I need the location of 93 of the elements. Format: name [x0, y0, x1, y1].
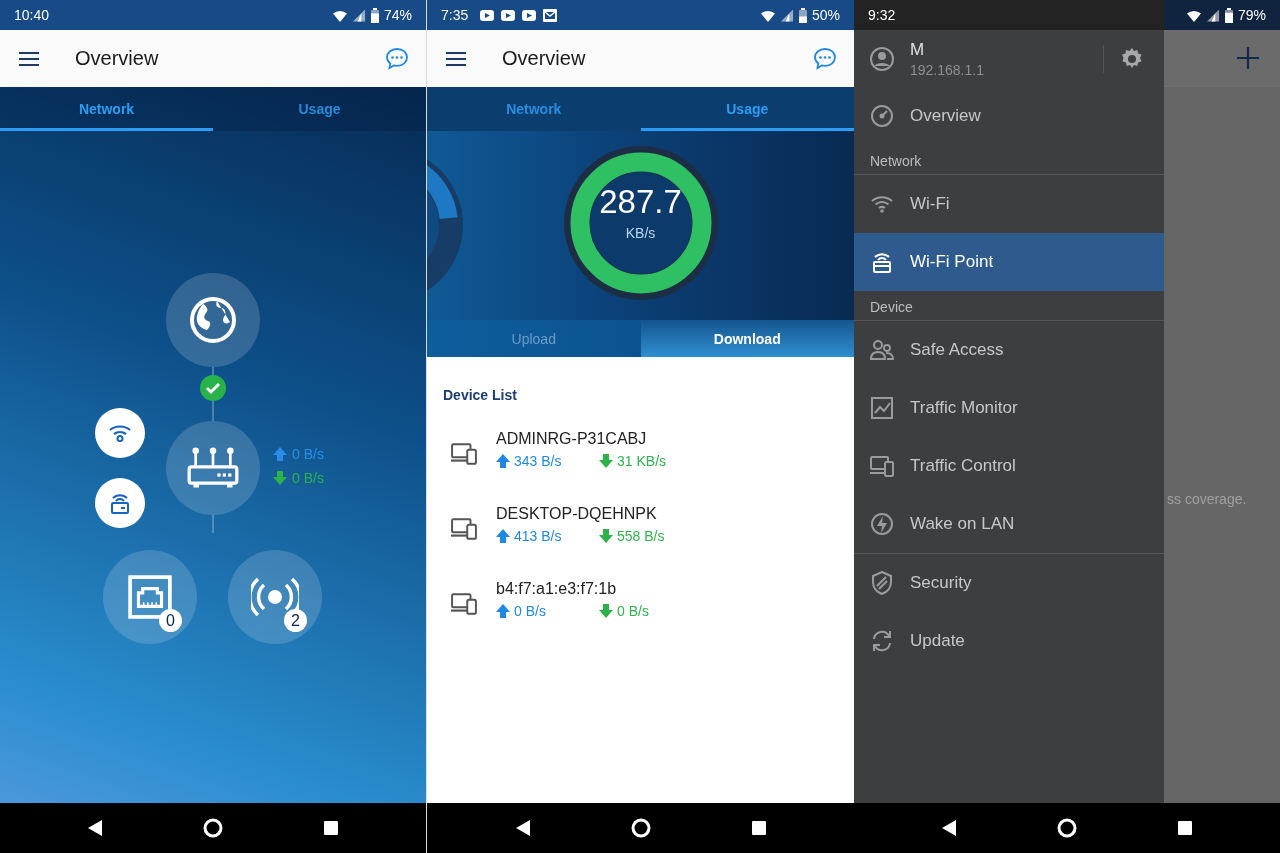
back-icon[interactable] — [87, 819, 103, 837]
bolt-icon — [870, 512, 894, 536]
wifi-signal-icon — [759, 8, 776, 22]
video-notification-icon — [521, 7, 538, 23]
menu-item[interactable]: Security — [854, 554, 1164, 612]
up-arrow-icon — [496, 454, 510, 468]
up-arrow-icon — [496, 529, 510, 543]
download-rate: 0 B/s — [599, 603, 702, 619]
upload-rate: 0 B/s — [496, 603, 599, 619]
cell-signal-icon — [779, 8, 794, 22]
cell-signal-icon — [1205, 8, 1220, 22]
menu-item[interactable]: Safe Access — [854, 321, 1164, 379]
down-arrow-icon — [273, 471, 287, 485]
video-notification-icon — [500, 7, 517, 23]
chat-icon[interactable] — [385, 46, 409, 71]
count-badge: 2 — [284, 609, 307, 632]
devices-icon — [451, 515, 477, 540]
ethernet-node[interactable]: 0 — [103, 550, 197, 644]
tab[interactable]: Network — [0, 87, 213, 131]
menu-item[interactable]: Wake on LAN — [854, 495, 1164, 553]
recent-apps-icon[interactable] — [323, 820, 339, 836]
router-point-icon — [870, 250, 894, 274]
status-time: 10:40 — [14, 7, 50, 23]
battery-icon — [369, 7, 380, 23]
download-rate: 558 B/s — [599, 528, 702, 544]
connector-line — [212, 515, 214, 533]
cell-signal-icon — [351, 8, 366, 22]
wifi-node[interactable] — [95, 408, 145, 458]
download-rate: 0 B/s — [273, 470, 324, 486]
back-icon[interactable] — [514, 819, 531, 837]
plus-icon[interactable] — [1237, 47, 1259, 69]
status-time: 7:35 — [441, 7, 469, 23]
chat-icon[interactable] — [813, 46, 837, 71]
up-arrow-icon — [496, 604, 510, 618]
body-text: ss coverage. — [1167, 491, 1247, 507]
menu-item[interactable]: Wi-Fi Point — [854, 233, 1164, 291]
speed-unit: KB/s — [625, 224, 656, 241]
refresh-icon — [870, 629, 894, 653]
devices-icon — [451, 440, 477, 465]
menu-item[interactable]: Overview — [854, 87, 1164, 145]
devices-icon — [451, 590, 477, 615]
wireless-node[interactable]: 2 — [228, 550, 322, 644]
upload-rate: 413 B/s — [496, 528, 599, 544]
section-label: Network — [854, 145, 1164, 175]
upload-rate: 0 B/s — [273, 446, 324, 462]
menu-item[interactable]: Wi-Fi — [854, 175, 1164, 233]
back-icon[interactable] — [941, 819, 957, 837]
screen-title: Overview — [502, 47, 587, 70]
line-chart-icon — [870, 396, 894, 420]
section-label: Device — [854, 291, 1164, 321]
home-icon[interactable] — [203, 818, 223, 838]
gauge-icon — [870, 104, 894, 128]
count-badge: 0 — [159, 609, 182, 632]
wifi-signal-icon — [1185, 8, 1202, 22]
battery-icon — [797, 7, 808, 23]
menu-item[interactable]: Traffic Monitor — [854, 379, 1164, 437]
down-arrow-icon — [599, 529, 613, 543]
wifi-signal-icon — [331, 8, 348, 22]
download-rate: 31 KB/s — [599, 453, 702, 469]
upload-rate: 343 B/s — [496, 453, 599, 469]
device-name[interactable]: ADMINRG-P31CABJ — [496, 430, 702, 448]
battery-percent: 74% — [383, 7, 412, 23]
wifi-point-node[interactable] — [95, 478, 145, 528]
devices-icon — [870, 454, 894, 478]
mode-tab[interactable]: Download — [640, 320, 854, 357]
menu-item[interactable]: Update — [854, 612, 1164, 670]
people-icon — [870, 338, 894, 362]
recent-apps-icon[interactable] — [1177, 820, 1193, 836]
home-icon[interactable] — [630, 818, 651, 838]
recent-apps-icon[interactable] — [750, 820, 767, 836]
screen-title: Overview — [75, 47, 160, 70]
status-time: 9:32 — [868, 7, 896, 23]
down-arrow-icon — [599, 604, 613, 618]
tab[interactable]: Usage — [213, 87, 426, 131]
battery-icon — [1223, 7, 1234, 23]
battery-percent: 50% — [811, 7, 840, 23]
device-name[interactable]: DESKTOP-DQEHNPK — [496, 505, 702, 523]
mail-notification-icon — [542, 7, 559, 23]
down-arrow-icon — [599, 454, 613, 468]
user-name: M — [910, 39, 926, 60]
ip-address: 192.168.1.1 — [910, 61, 985, 78]
avatar-icon — [870, 46, 894, 71]
wifi-point-icon — [108, 491, 132, 515]
home-icon[interactable] — [1057, 818, 1077, 838]
shield-icon — [870, 571, 894, 595]
up-arrow-icon — [273, 447, 287, 461]
globe-icon — [189, 296, 237, 344]
speed-value: 287.7 — [599, 182, 682, 221]
device-name[interactable]: b4:f7:a1:e3:f7:1b — [496, 580, 702, 598]
menu-item[interactable]: Traffic Control — [854, 437, 1164, 495]
section-heading: Device List — [442, 387, 518, 403]
battery-percent: 79% — [1237, 7, 1266, 23]
video-notification-icon — [479, 7, 496, 23]
